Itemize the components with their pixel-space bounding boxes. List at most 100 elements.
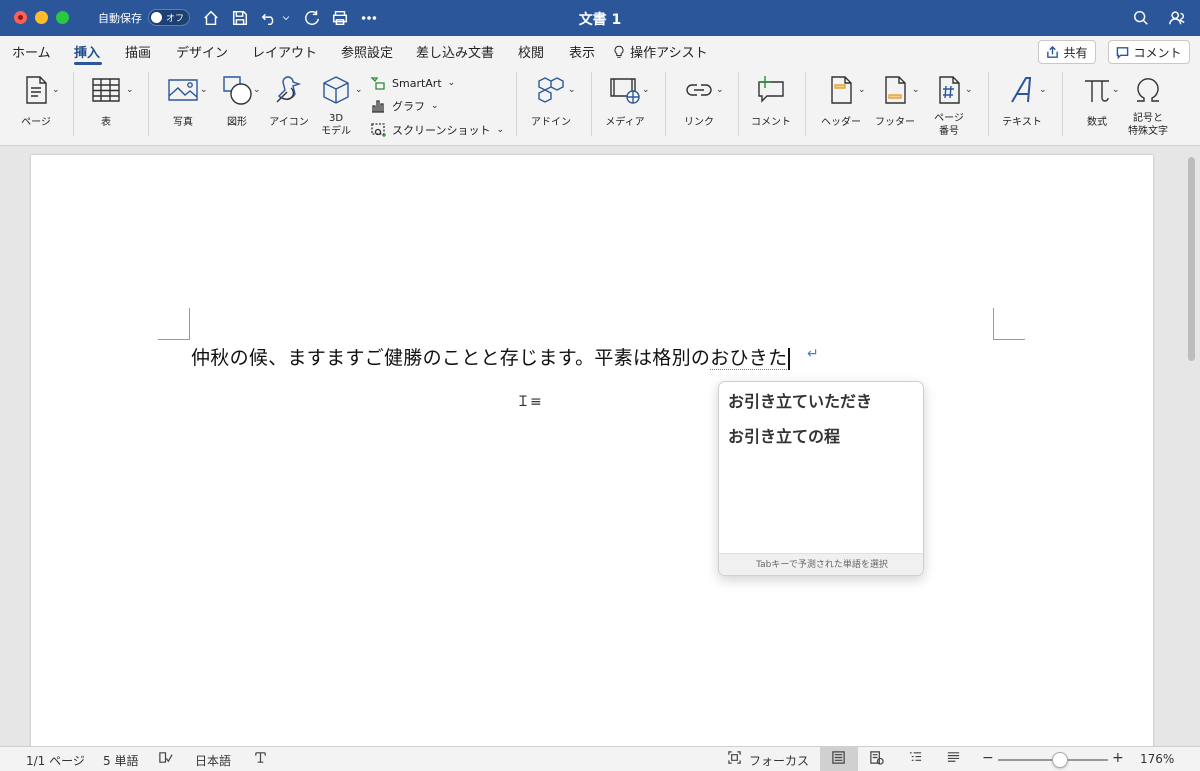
page-number-button[interactable]: ページ 番号 — [926, 72, 972, 138]
suggestion-item[interactable]: お引き立ての程 — [728, 423, 840, 447]
document-text[interactable]: 仲秋の候、ますますご健勝のことと存じます。平素は格別のおひきた — [191, 343, 790, 370]
focus-icon[interactable] — [727, 750, 742, 765]
close-window-button[interactable] — [14, 11, 27, 24]
accessibility-icon[interactable] — [253, 750, 268, 765]
screenshot-button[interactable]: スクリーンショット ⌄ — [370, 122, 504, 138]
page-count[interactable]: 1/1 ページ — [26, 752, 85, 769]
header-icon — [831, 76, 852, 104]
search-icon[interactable] — [1130, 7, 1152, 29]
chevron-down-icon[interactable]: ⌄ — [716, 85, 724, 95]
tab-mailings[interactable]: 差し込み文書 — [416, 42, 494, 61]
equation-button[interactable]: 数式 — [1074, 72, 1120, 129]
ime-composition-text: おひきた — [710, 347, 788, 370]
chevron-down-icon[interactable]: ⌄ — [642, 85, 650, 95]
suggestion-item[interactable]: お引き立ていただき — [728, 388, 872, 412]
link-label: リンク — [684, 117, 714, 128]
margin-marker-left — [158, 308, 190, 340]
icons-button[interactable]: アイコン — [266, 72, 312, 129]
link-button[interactable]: リンク — [676, 72, 722, 129]
chevron-down-icon[interactable]: ⌄ — [126, 85, 134, 95]
paragraph-mark-icon: ↵ — [807, 346, 819, 362]
vertical-scrollbar[interactable] — [1185, 155, 1197, 745]
proofing-icon[interactable] — [158, 750, 173, 765]
undo-dropdown-icon[interactable] — [279, 7, 293, 29]
zoom-slider-thumb[interactable] — [1052, 752, 1068, 768]
tab-tell-me[interactable]: 操作アシスト — [612, 42, 708, 61]
tab-design[interactable]: デザイン — [176, 42, 228, 61]
chevron-down-icon[interactable]: ⌄ — [568, 85, 576, 95]
save-icon[interactable] — [229, 7, 251, 29]
equation-label: 数式 — [1087, 117, 1107, 128]
pi-icon — [1085, 80, 1109, 102]
chevron-down-icon[interactable]: ⌄ — [253, 85, 261, 95]
chart-label: グラフ — [392, 100, 425, 113]
media-button[interactable]: メディア — [601, 72, 649, 129]
chevron-down-icon[interactable]: ⌄ — [355, 85, 363, 95]
addins-button[interactable]: アドイン — [528, 72, 574, 129]
scrollbar-thumb[interactable] — [1188, 157, 1195, 361]
header-button[interactable]: ヘッダー — [818, 72, 864, 129]
ribbon-insert: ページ ⌄ 表 ⌄ 写真 ⌄ 図形 ⌄ アイコン 3D モデル ⌄ SmartA… — [0, 66, 1200, 146]
smartart-label: SmartArt — [392, 76, 442, 90]
new-comment-button[interactable]: コメント — [748, 72, 794, 129]
autosave-toggle[interactable]: オフ — [148, 9, 190, 26]
comment-button[interactable]: コメント — [1108, 40, 1190, 64]
table-button[interactable]: 表 — [86, 72, 126, 129]
home-icon[interactable] — [200, 7, 222, 29]
tab-layout[interactable]: レイアウト — [252, 42, 317, 61]
zoom-out-button[interactable]: − — [982, 750, 994, 766]
tab-review[interactable]: 校閲 — [518, 42, 544, 61]
chevron-down-icon[interactable]: ⌄ — [1112, 85, 1120, 95]
minimize-window-button[interactable] — [35, 11, 48, 24]
maximize-window-button[interactable] — [56, 11, 69, 24]
tell-me-label: 操作アシスト — [630, 46, 708, 61]
chevron-down-icon[interactable]: ⌄ — [858, 85, 866, 95]
tab-draw[interactable]: 描画 — [125, 42, 151, 61]
page-button[interactable]: ページ — [14, 72, 58, 129]
tab-insert[interactable]: 挿入 — [74, 42, 100, 61]
tab-references[interactable]: 参照設定 — [341, 42, 393, 61]
redo-icon[interactable] — [301, 7, 323, 29]
account-icon[interactable] — [1166, 7, 1188, 29]
page-number-label-1: ページ — [934, 113, 964, 124]
chevron-down-icon[interactable]: ⌄ — [200, 85, 208, 95]
page-label: ページ — [21, 117, 51, 128]
symbol-button[interactable]: 記号と 特殊文字 — [1124, 72, 1172, 138]
outline-view-icon[interactable] — [908, 750, 923, 765]
print-layout-icon[interactable] — [831, 750, 846, 765]
focus-label[interactable]: フォーカス — [749, 752, 809, 769]
bird-icon — [276, 76, 302, 103]
text-button[interactable]: テキスト — [998, 72, 1046, 129]
icons-label: アイコン — [269, 117, 309, 128]
undo-icon[interactable] — [258, 7, 280, 29]
zoom-in-button[interactable]: + — [1112, 750, 1124, 766]
share-button[interactable]: 共有 — [1038, 40, 1096, 64]
draft-view-icon[interactable] — [946, 750, 961, 765]
tab-view[interactable]: 表示 — [569, 42, 595, 61]
zoom-level[interactable]: 176% — [1140, 752, 1174, 766]
divider — [665, 72, 666, 136]
shapes-button[interactable]: 図形 — [214, 72, 260, 129]
footer-button[interactable]: フッター — [872, 72, 918, 129]
chevron-down-icon[interactable]: ⌄ — [1039, 85, 1047, 95]
chevron-down-icon[interactable]: ⌄ — [965, 85, 973, 95]
title-bar: 自動保存 オフ 文書 1 — [0, 0, 1200, 36]
print-icon[interactable] — [329, 7, 351, 29]
omega-icon — [1137, 78, 1159, 102]
chevron-down-icon: ⌄ — [447, 78, 456, 88]
tab-home[interactable]: ホーム — [12, 42, 51, 61]
margin-marker-right — [993, 308, 1025, 340]
comment-icon — [1117, 46, 1129, 59]
more-icon[interactable] — [358, 7, 380, 29]
document-page[interactable]: 仲秋の候、ますますご健勝のことと存じます。平素は格別のおひきた ↵ Ｉ≡ お引き… — [31, 155, 1153, 755]
photo-label: 写真 — [173, 117, 193, 128]
word-count[interactable]: 5 単語 — [103, 752, 138, 769]
smartart-button[interactable]: SmartArt ⌄ — [370, 75, 455, 91]
3d-models-button[interactable]: 3D モデル — [316, 72, 356, 138]
chevron-down-icon[interactable]: ⌄ — [52, 85, 60, 95]
chart-button[interactable]: グラフ ⌄ — [370, 98, 439, 114]
chevron-down-icon[interactable]: ⌄ — [912, 85, 920, 95]
photo-button[interactable]: 写真 — [160, 72, 206, 129]
language-indicator[interactable]: 日本語 — [195, 752, 231, 769]
web-layout-icon[interactable] — [869, 750, 884, 765]
